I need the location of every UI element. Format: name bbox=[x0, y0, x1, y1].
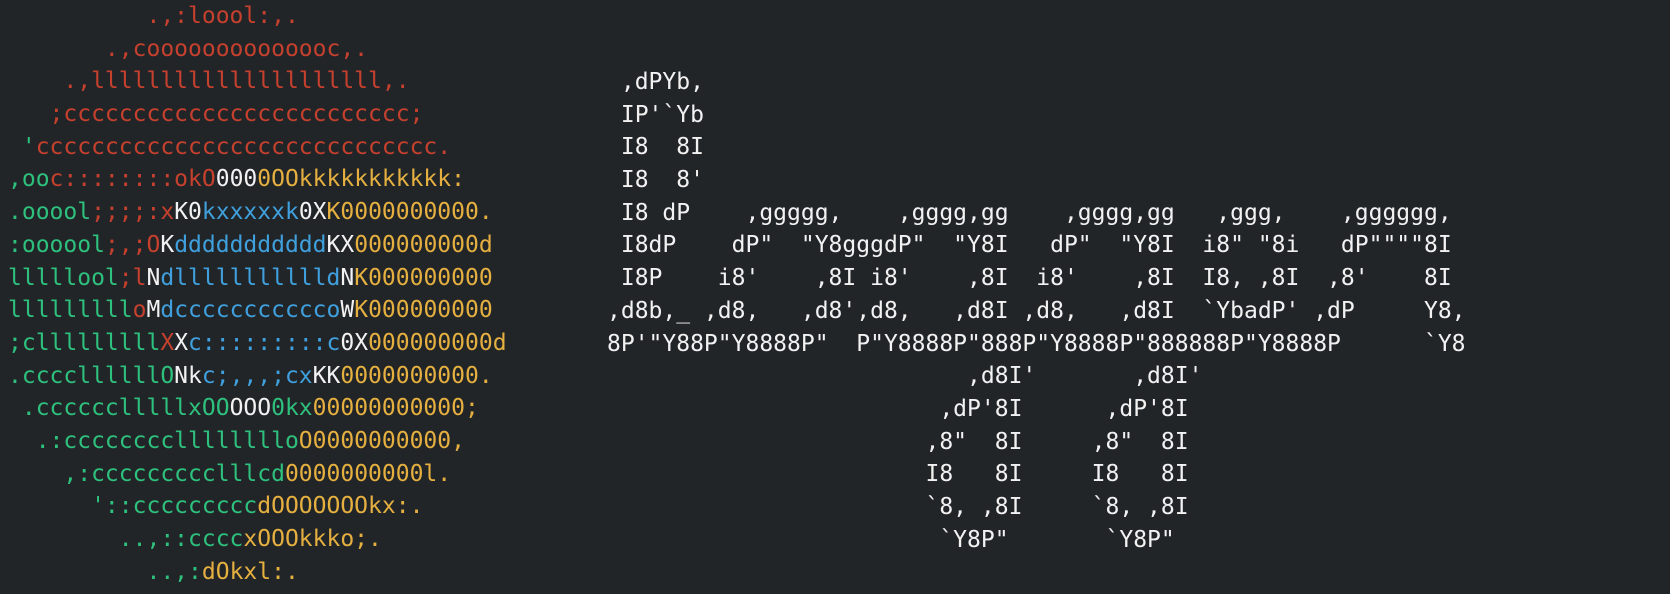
logo-line: ,ooc::::::::okO0000OOkkkkkkkkkkk: bbox=[8, 163, 507, 196]
logo-line: ,:ccccccccclllcd0000000000l. bbox=[8, 458, 507, 491]
banner-line: ,dPYb, bbox=[607, 69, 704, 95]
logo-line: .cccccclllllxOOOOO0kx00000000000; bbox=[8, 392, 507, 425]
logo-segment: .ooool bbox=[8, 199, 92, 226]
logo-segment: c:::::::::c bbox=[188, 329, 341, 356]
logo-segment: c;,,,;cx bbox=[201, 362, 313, 389]
logo-segment: ..,::cccc bbox=[8, 526, 244, 552]
logo-segment: ;,;O bbox=[104, 231, 161, 258]
logo-line: :oooool;,;OKdddddddddddKX000000000d bbox=[8, 229, 507, 262]
banner-line: I8P i8' ,8I i8' ,8I i8' ,8I I8, ,8I ,8' … bbox=[607, 265, 1452, 292]
logo-line: ..,:dOkxl:. bbox=[8, 556, 507, 589]
logo-segment: dccccccccccco bbox=[160, 297, 341, 324]
logo-line: .ccccllllllONkc;,,,;cxKK0000000000. bbox=[8, 360, 507, 393]
banner-line: ,d8b,_ ,d8, ,d8',d8, ,d8I ,d8, ,d8I `Yba… bbox=[607, 297, 1466, 324]
logo-segment: .,lllllllllllllllllllll,. bbox=[8, 68, 410, 95]
logo-segment: kxxxxxk bbox=[201, 199, 299, 226]
logo-segment: 000000000d bbox=[354, 231, 493, 258]
logo-segment: .,coooooooooooooc,. bbox=[8, 35, 369, 62]
banner-line: 8P'"Y88P"Y8888P" P"Y8888P"888P"Y8888P"88… bbox=[607, 330, 1466, 357]
logo-segment: ccccccccccccccccccccccccccccc. bbox=[35, 133, 452, 160]
logo-segment: ..,: bbox=[8, 558, 202, 585]
logo-segment: ;l bbox=[118, 264, 147, 291]
logo-segment: .,:loool:,. bbox=[8, 3, 299, 29]
logo-segment: ddddddddddd bbox=[174, 231, 327, 258]
logo-segment: ,:ccccccccclllcd bbox=[8, 460, 285, 487]
logo-segment: X bbox=[174, 329, 189, 356]
logo-segment: KK bbox=[312, 362, 341, 389]
logo-segment: 0X bbox=[340, 329, 369, 356]
logo-segment: ;;;;:x bbox=[91, 199, 175, 226]
logo-line: ..,::ccccxOOOkkko;. bbox=[8, 523, 507, 556]
logo-line: ;clllllllllXXc:::::::::c0X000000000d bbox=[8, 327, 507, 360]
logo-segment: X bbox=[160, 329, 175, 356]
logo-segment: ' bbox=[8, 133, 36, 160]
logo-segment: ;ccccccccccccccccccccccccc; bbox=[8, 101, 424, 128]
logo-segment: KX bbox=[326, 231, 355, 258]
ascii-banner: ,dPYb, IP'`Yb I8 8I I8 8' I8 dP ,ggggg, … bbox=[607, 66, 1466, 556]
logo-segment: .:ccccccccllllllllo bbox=[8, 427, 299, 454]
logo-segment: c::::::::okO bbox=[49, 166, 216, 193]
banner-line: I8 8' bbox=[607, 167, 704, 194]
logo-segment: N bbox=[340, 264, 355, 291]
banner-line: I8dP dP" "Y8gggdP" "Y8I dP" "Y8I i8" "8i… bbox=[607, 232, 1452, 259]
logo-segment: 0000000000. bbox=[340, 362, 493, 389]
logo-line: llllllllloMdcccccccccccoWK000000000 bbox=[8, 294, 507, 327]
logo-segment: 0OOkkkkkkkkkkk: bbox=[257, 166, 465, 193]
logo-line: .ooool;;;;:xK0kxxxxxk0XK0000000000. bbox=[8, 196, 507, 229]
banner-line: I8 dP ,ggggg, ,gggg,gg ,gggg,gg ,ggg, ,g… bbox=[607, 199, 1452, 226]
logo-segment: :oooool bbox=[8, 231, 105, 258]
logo-segment: K0000000000. bbox=[326, 199, 493, 226]
logo-segment: 00000000000; bbox=[312, 395, 479, 422]
logo-segment: o bbox=[132, 297, 147, 324]
logo-segment: ;clllllllll bbox=[8, 329, 161, 356]
banner-line: `8, ,8I `8, ,8I bbox=[607, 493, 1189, 520]
terminal-window[interactable]: .,:loool:,. .,coooooooooooooc,. .,llllll… bbox=[0, 0, 1670, 594]
banner-line: `Y8P" `Y8P" bbox=[607, 526, 1175, 553]
logo-segment: 000000000d bbox=[368, 329, 507, 356]
logo-segment: Nk bbox=[174, 362, 202, 389]
logo-segment: 0000000000l. bbox=[284, 460, 452, 487]
logo-segment: N bbox=[146, 264, 161, 291]
logo-segment: K000000000 bbox=[354, 297, 493, 324]
logo-segment: dOkxl:. bbox=[201, 558, 299, 585]
logo-line: 'ccccccccccccccccccccccccccccc. bbox=[8, 131, 507, 164]
logo-segment: 0kx bbox=[271, 395, 313, 422]
banner-line: IP'`Yb bbox=[607, 101, 704, 128]
banner-line: I8 8I bbox=[607, 134, 704, 161]
logo-segment: W bbox=[340, 297, 355, 324]
logo-segment: K000000000 bbox=[354, 264, 493, 291]
logo-segment: dllllllllllld bbox=[160, 264, 341, 291]
logo-segment: K bbox=[160, 231, 175, 258]
banner-line: ,d8I' ,d8I' bbox=[607, 363, 1203, 390]
logo-line: ;ccccccccccccccccccccccccc; bbox=[8, 98, 507, 131]
logo-segment: 0X bbox=[298, 199, 327, 226]
logo-segment: lllllool bbox=[8, 264, 119, 291]
logo-segment: ,oo bbox=[8, 166, 50, 193]
logo-segment: .cccccclllllxOO bbox=[8, 395, 230, 422]
logo-segment: K0 bbox=[174, 199, 202, 226]
logo-line: '::cccccccccdOOOOOOOkx:. bbox=[8, 490, 507, 523]
logo-line: .,lllllllllllllllllllll,. bbox=[8, 65, 507, 98]
logo-segment: lllllllll bbox=[8, 297, 133, 324]
logo-segment: M bbox=[146, 297, 161, 324]
logo-line: .,:loool:,. bbox=[8, 0, 507, 33]
logo-segment: .ccccllllllO bbox=[8, 362, 175, 389]
logo-line: lllllool;lNdllllllllllldNK000000000 bbox=[8, 262, 507, 295]
banner-line: ,8" 8I ,8" 8I bbox=[607, 428, 1189, 455]
logo-segment: O0000000000, bbox=[298, 427, 465, 454]
banner-line: ,dP'8I ,dP'8I bbox=[607, 395, 1189, 422]
logo-segment: 000 bbox=[215, 166, 258, 193]
logo-segment: '::ccccccccc bbox=[8, 493, 258, 520]
ascii-logo: .,:loool:,. .,coooooooooooooc,. .,llllll… bbox=[8, 0, 507, 588]
logo-line: .:cccccccclllllllloO0000000000, bbox=[8, 425, 507, 458]
banner-line: I8 8I I8 8I bbox=[607, 461, 1189, 488]
logo-segment: OOO bbox=[229, 395, 272, 422]
logo-segment: dOOOOOOOkx:. bbox=[257, 493, 424, 520]
logo-line: .,coooooooooooooc,. bbox=[8, 33, 507, 66]
logo-segment: xOOOkkko;. bbox=[243, 526, 382, 552]
